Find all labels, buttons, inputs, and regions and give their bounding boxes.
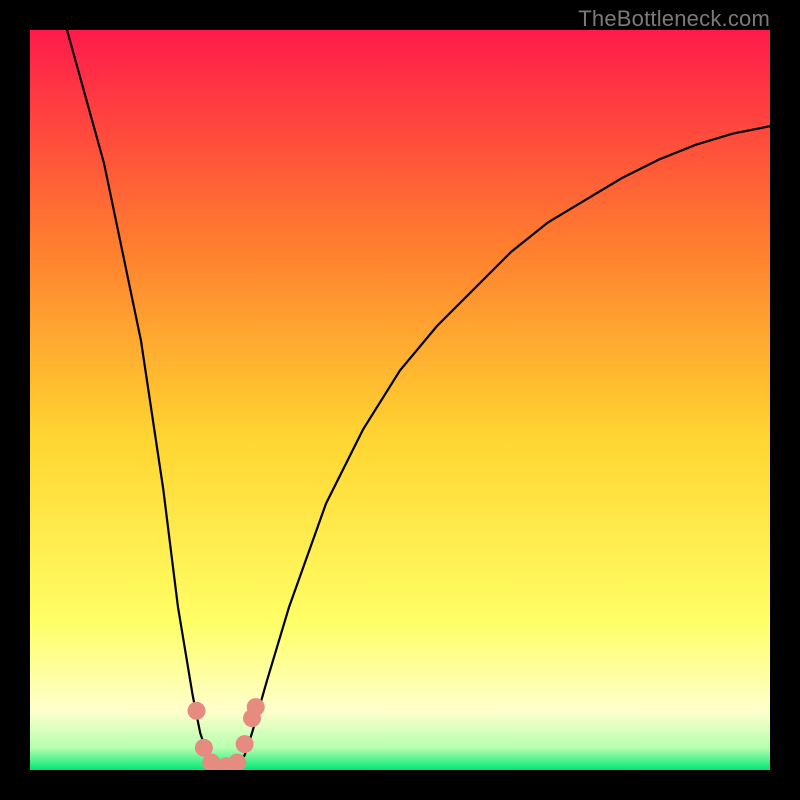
curve-marker: [188, 702, 206, 720]
gradient-background: [30, 30, 770, 770]
curve-marker: [236, 735, 254, 753]
plot-area: [30, 30, 770, 770]
curve-marker: [247, 698, 265, 716]
bottleneck-chart-svg: [30, 30, 770, 770]
attribution-label: TheBottleneck.com: [578, 6, 770, 32]
chart-frame: TheBottleneck.com: [0, 0, 800, 800]
